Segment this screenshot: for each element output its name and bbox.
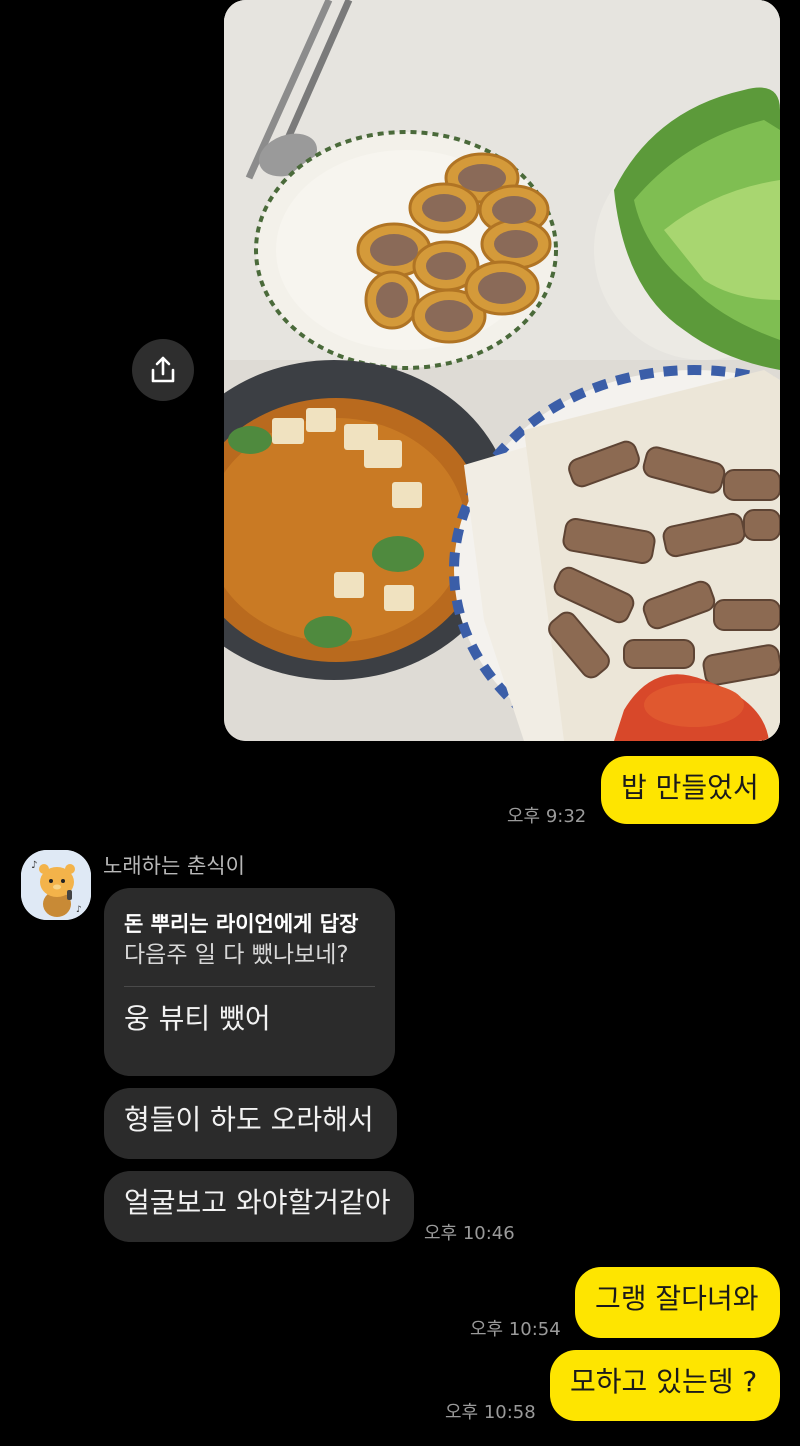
message-time: 오후 9:32 bbox=[507, 806, 587, 827]
sent-message[interactable]: 그랭 잘다녀와 bbox=[575, 1267, 780, 1338]
message-time: 오후 10:54 bbox=[470, 1319, 561, 1340]
reply-title: 돈 뿌리는 라이언에게 답장 bbox=[124, 912, 359, 936]
message-time: 오후 10:46 bbox=[424, 1223, 515, 1244]
photo-message[interactable] bbox=[224, 0, 780, 741]
reply-text: 웅 뷰티 뺐어 bbox=[124, 1002, 271, 1035]
sent-message[interactable]: 밥 만들었서 bbox=[601, 756, 779, 824]
reply-message[interactable]: 돈 뿌리는 라이언에게 답장 다음주 일 다 뺐나보네? 웅 뷰티 뺐어 bbox=[104, 888, 395, 1076]
chunsik-avatar-icon: ♪ ♪ bbox=[21, 850, 91, 920]
food-photo bbox=[224, 0, 780, 741]
share-button[interactable] bbox=[132, 339, 194, 401]
received-message[interactable]: 얼굴보고 와야할거같아 bbox=[104, 1171, 414, 1242]
sender-name: 노래하는 춘식이 bbox=[103, 854, 245, 878]
received-message[interactable]: 형들이 하도 오라해서 bbox=[104, 1088, 397, 1159]
sender-avatar[interactable]: ♪ ♪ bbox=[21, 850, 91, 920]
message-time: 오후 10:58 bbox=[445, 1402, 536, 1423]
reply-divider bbox=[124, 986, 375, 987]
share-icon bbox=[151, 356, 175, 383]
sent-message[interactable]: 모하고 있는뎅 ? bbox=[550, 1350, 780, 1421]
svg-text:♪: ♪ bbox=[31, 860, 37, 871]
svg-text:♪: ♪ bbox=[76, 905, 82, 915]
reply-quoted-text: 다음주 일 다 뺐나보네? bbox=[124, 942, 349, 968]
